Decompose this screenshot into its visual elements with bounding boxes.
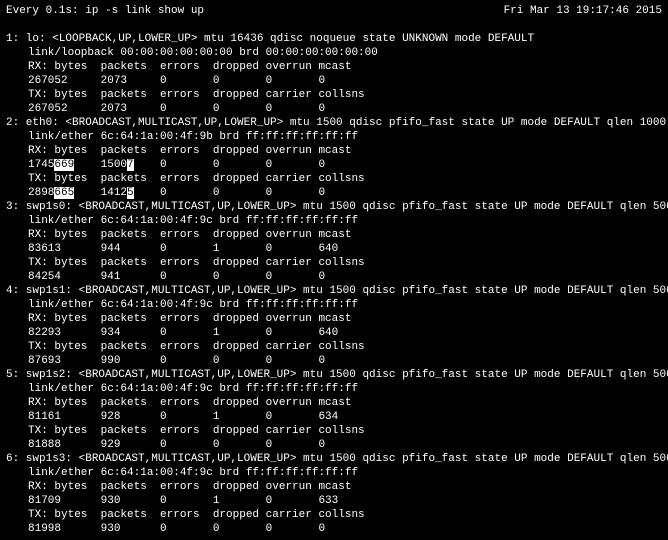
tx-values: 81998 930 0 0 0 0 [6,522,662,536]
rx-values: 81709 930 0 1 0 633 [6,494,662,508]
watch-header: Every 0.1s: ip -s link show up Fri Mar 1… [6,4,662,18]
highlight-diff: 5 [127,187,134,199]
tx-header: TX: bytes packets errors dropped carrier… [6,88,662,102]
rx-header: RX: bytes packets errors dropped overrun… [6,228,662,242]
link-line: link/ether 6c:64:1a:00:4f:9b brd ff:ff:f… [6,130,662,144]
iface-title: 3: swp1s0: <BROADCAST,MULTICAST,UP,LOWER… [6,200,662,214]
rx-header: RX: bytes packets errors dropped overrun… [6,144,662,158]
interface-swp1s0: 3: swp1s0: <BROADCAST,MULTICAST,UP,LOWER… [6,200,662,284]
rx-header: RX: bytes packets errors dropped overrun… [6,60,662,74]
tx-values: 2898665 14125 0 0 0 0 [6,186,662,200]
tx-header: TX: bytes packets errors dropped carrier… [6,508,662,522]
rx-values: 83613 944 0 1 0 640 [6,242,662,256]
iface-title: 2: eth0: <BROADCAST,MULTICAST,UP,LOWER_U… [6,116,662,130]
tx-values: 267052 2073 0 0 0 0 [6,102,662,116]
interface-swp1s3: 6: swp1s3: <BROADCAST,MULTICAST,UP,LOWER… [6,452,662,536]
iface-title: 1: lo: <LOOPBACK,UP,LOWER_UP> mtu 16436 … [6,32,662,46]
interface-swp1s1: 4: swp1s1: <BROADCAST,MULTICAST,UP,LOWER… [6,284,662,368]
rx-values: 81161 928 0 1 0 634 [6,410,662,424]
highlight-diff: 669 [54,159,74,171]
tx-header: TX: bytes packets errors dropped carrier… [6,340,662,354]
interface-eth0: 2: eth0: <BROADCAST,MULTICAST,UP,LOWER_U… [6,116,662,200]
link-line: link/ether 6c:64:1a:00:4f:9c brd ff:ff:f… [6,298,662,312]
interface-lo: 1: lo: <LOOPBACK,UP,LOWER_UP> mtu 16436 … [6,32,662,116]
iface-title: 6: swp1s3: <BROADCAST,MULTICAST,UP,LOWER… [6,452,662,466]
tx-values: 87693 990 0 0 0 0 [6,354,662,368]
highlight-diff: 665 [54,187,74,199]
tx-values: 84254 941 0 0 0 0 [6,270,662,284]
tx-header: TX: bytes packets errors dropped carrier… [6,424,662,438]
tx-header: TX: bytes packets errors dropped carrier… [6,172,662,186]
rx-header: RX: bytes packets errors dropped overrun… [6,396,662,410]
rx-values: 267052 2073 0 0 0 0 [6,74,662,88]
link-line: link/ether 6c:64:1a:00:4f:9c brd ff:ff:f… [6,382,662,396]
watch-timestamp: Fri Mar 13 19:17:46 2015 [504,4,662,18]
rx-header: RX: bytes packets errors dropped overrun… [6,312,662,326]
tx-values: 81888 929 0 0 0 0 [6,438,662,452]
iface-title: 4: swp1s1: <BROADCAST,MULTICAST,UP,LOWER… [6,284,662,298]
watch-command: Every 0.1s: ip -s link show up [6,4,204,18]
rx-values: 82293 934 0 1 0 640 [6,326,662,340]
rx-values: 1745669 15007 0 0 0 0 [6,158,662,172]
highlight-diff: 7 [127,159,134,171]
rx-header: RX: bytes packets errors dropped overrun… [6,480,662,494]
interface-swp1s2: 5: swp1s2: <BROADCAST,MULTICAST,UP,LOWER… [6,368,662,452]
link-line: link/ether 6c:64:1a:00:4f:9c brd ff:ff:f… [6,466,662,480]
link-line: link/ether 6c:64:1a:00:4f:9c brd ff:ff:f… [6,214,662,228]
iface-title: 5: swp1s2: <BROADCAST,MULTICAST,UP,LOWER… [6,368,662,382]
tx-header: TX: bytes packets errors dropped carrier… [6,256,662,270]
link-line: link/loopback 00:00:00:00:00:00 brd 00:0… [6,46,662,60]
